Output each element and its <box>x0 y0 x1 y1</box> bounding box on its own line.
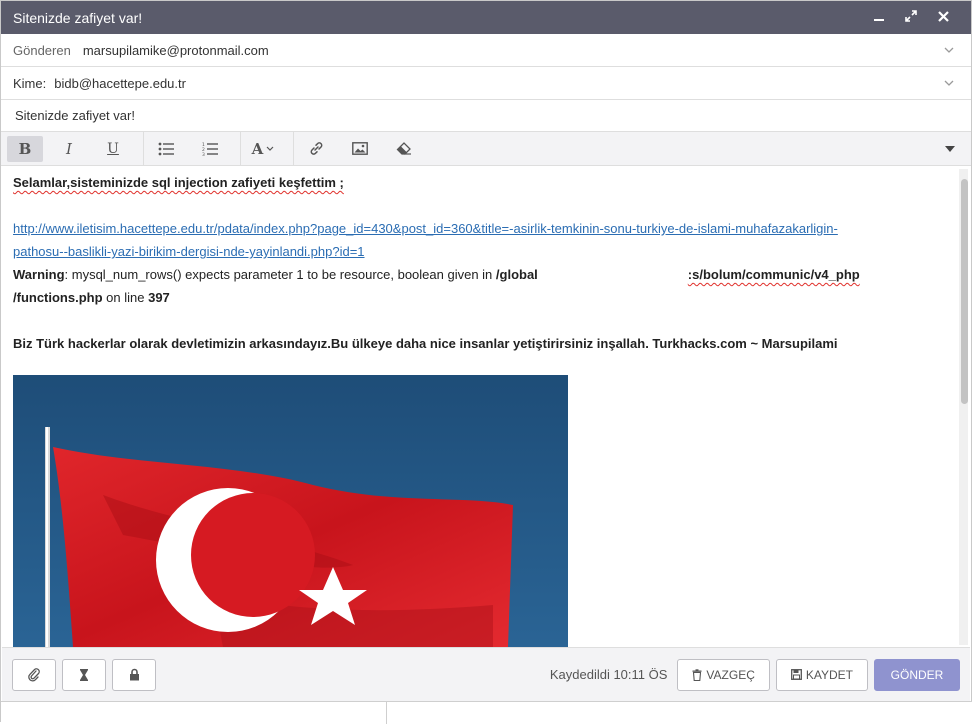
numbered-list-icon[interactable]: 123 <box>192 136 228 162</box>
expiration-button[interactable] <box>62 658 106 691</box>
cancel-button[interactable]: VAZGEÇ <box>677 658 770 691</box>
to-address[interactable]: bidb@hacettepe.edu.tr <box>54 76 939 91</box>
to-row[interactable]: Kime: bidb@hacettepe.edu.tr <box>1 67 971 100</box>
warning-path-file: /functions.php <box>13 290 103 305</box>
editor-toolbar: B I U 123 A <box>1 131 971 166</box>
message-body-editor[interactable]: Selamlar,sisteminizde sql injection zafi… <box>2 167 970 647</box>
hourglass-icon <box>80 668 88 681</box>
chevron-down-icon[interactable] <box>939 44 959 56</box>
warning-path-end: :s/bolum/communic/v4_php <box>687 267 860 282</box>
cancel-label: VAZGEÇ <box>706 667 755 682</box>
window-title: Sitenizde zafiyet var! <box>13 9 143 26</box>
turkish-flag-image <box>13 375 568 647</box>
trash-icon <box>692 668 702 681</box>
restore-icon[interactable] <box>895 10 927 25</box>
attachment-button[interactable] <box>12 658 56 691</box>
link-icon[interactable] <box>298 136 334 162</box>
bold-button[interactable]: B <box>7 135 43 162</box>
link-line-1[interactable]: http://www.iletisim.hacettepe.edu.tr/pda… <box>13 221 838 236</box>
encryption-button[interactable] <box>112 658 156 691</box>
subject-input[interactable]: Sitenizde zafiyet var! <box>1 100 971 132</box>
toolbar-divider <box>143 131 144 166</box>
link-line-2[interactable]: pathosu--baslikli-yazi-birikim-dergisi-n… <box>13 244 365 259</box>
saved-status: Kaydedildi 10:11 ÖS <box>549 667 668 682</box>
paperclip-icon <box>28 667 40 682</box>
save-label: KAYDET <box>805 667 853 682</box>
close-icon[interactable] <box>927 10 959 25</box>
chevron-down-icon[interactable] <box>939 77 959 89</box>
warning-label: Warning <box>13 267 65 282</box>
divider <box>386 702 387 724</box>
lock-icon <box>129 668 139 681</box>
toolbar-divider <box>293 131 294 166</box>
composer-window: Sitenizde zafiyet var! Gönderen marsupil… <box>0 0 972 724</box>
warning-text: : mysql_num_rows() expects parameter 1 t… <box>64 267 496 282</box>
subject-text: Sitenizde zafiyet var! <box>15 108 135 123</box>
warning-path-start: /global <box>495 267 538 282</box>
background-window-edge <box>1 701 972 724</box>
message-content[interactable]: Selamlar,sisteminizde sql injection zafi… <box>2 167 942 359</box>
caret-down-icon[interactable] <box>935 143 965 155</box>
injected-link[interactable]: http://www.iletisim.hacettepe.edu.tr/pda… <box>13 217 931 263</box>
title-bar: Sitenizde zafiyet var! <box>1 1 971 34</box>
underline-button[interactable]: U <box>95 136 131 162</box>
floppy-icon <box>790 669 802 680</box>
font-icon: A <box>251 139 264 158</box>
toolbar-divider <box>240 131 241 166</box>
image-icon[interactable] <box>342 136 378 162</box>
body-line-intro: Selamlar,sisteminizde sql injection zafi… <box>13 175 344 190</box>
save-button[interactable]: KAYDET <box>775 658 868 691</box>
warning-line-number: 397 <box>148 290 170 305</box>
body-line-closing: Biz Türk hackerlar olarak devletimizin a… <box>13 336 838 351</box>
warning-online: on line <box>102 290 149 305</box>
from-label: Gönderen <box>13 42 71 58</box>
from-row[interactable]: Gönderen marsupilamike@protonmail.com <box>1 34 971 67</box>
composer-footer: Kaydedildi 10:11 ÖS VAZGEÇ KAYDET GÖNDER <box>2 647 970 701</box>
from-address[interactable]: marsupilamike@protonmail.com <box>83 43 939 58</box>
eraser-icon[interactable] <box>386 136 422 162</box>
warning-block: Warning: mysql_num_rows() expects parame… <box>13 263 931 309</box>
svg-text:3: 3 <box>202 152 205 156</box>
to-label: Kime: <box>13 75 47 91</box>
bullet-list-icon[interactable] <box>148 136 184 162</box>
font-menu-button[interactable]: A <box>245 136 281 162</box>
minimize-icon[interactable] <box>863 10 895 25</box>
scrollbar-thumb[interactable] <box>961 179 968 404</box>
chevron-down-icon <box>266 146 274 151</box>
send-button[interactable]: GÖNDER <box>874 658 960 691</box>
italic-button[interactable]: I <box>51 136 87 162</box>
